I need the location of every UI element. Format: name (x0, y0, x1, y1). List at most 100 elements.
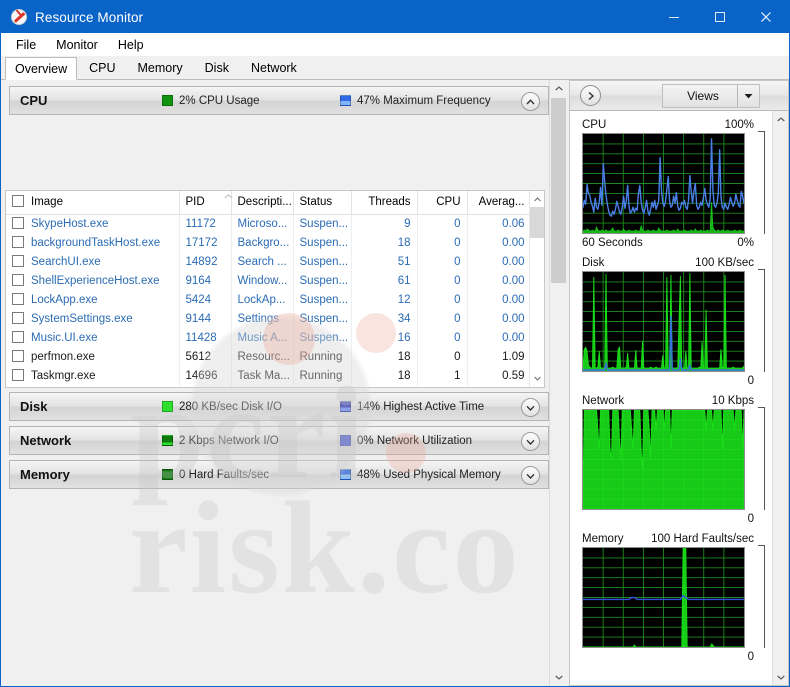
graph-disk-max-label: 100 KB/sec (695, 256, 754, 269)
chevron-down-icon[interactable] (530, 371, 544, 386)
graph-network-canvas (582, 409, 745, 510)
chevron-up-icon[interactable] (521, 92, 540, 111)
section-header-network[interactable]: Network 2 Kbps Network I/O 0% Network Ut… (9, 426, 549, 455)
select-all-checkbox[interactable] (12, 195, 24, 208)
graph-network: Network 10 Kbps 0 (570, 392, 772, 528)
table-row[interactable]: LockApp.exe 5424 LockAp... Suspen... 12 … (6, 290, 532, 309)
maximize-button[interactable] (697, 1, 743, 33)
process-table-scrollbar[interactable] (529, 191, 544, 387)
graph-cpu-top-labels: CPU 100% (570, 116, 772, 133)
tab-cpu[interactable]: CPU (79, 56, 125, 79)
column-header-description[interactable]: Descripti... (231, 191, 294, 215)
left-pane-scrollbar[interactable] (549, 80, 567, 686)
graph-memory-bottom-labels: 0 (570, 648, 772, 666)
menu-file[interactable]: File (7, 36, 45, 54)
window-title: Resource Monitor (35, 9, 144, 25)
section-header-disk[interactable]: Disk 280 KB/sec Disk I/O 14% Highest Act… (9, 392, 549, 421)
tab-overview[interactable]: Overview (5, 57, 78, 80)
cpu-usage-swatch (162, 95, 173, 106)
tab-network[interactable]: Network (241, 56, 307, 79)
menu-help[interactable]: Help (109, 36, 153, 54)
row-checkbox[interactable] (12, 217, 24, 230)
scrollbar-thumb[interactable] (530, 207, 544, 238)
table-row[interactable]: svchost.exe (DcomLaunch...) 1016 Host Pr… (6, 385, 532, 387)
column-header-cpu[interactable]: CPU (417, 191, 468, 215)
table-row[interactable]: backgroundTaskHost.exe 17172 Backgro... … (6, 233, 532, 252)
chevron-down-icon[interactable] (521, 466, 540, 485)
graph-pane: Views CPU 100% 60 Seconds 0% Disk 100 KB… (569, 80, 789, 686)
disk-legend-active-time: 14% Highest Active Time (340, 401, 484, 413)
disk-legend-io: 280 KB/sec Disk I/O (162, 401, 282, 413)
views-button[interactable]: Views (662, 84, 760, 108)
column-header-threads[interactable]: Threads (351, 191, 418, 215)
window-controls (651, 1, 789, 33)
row-checkbox[interactable] (12, 350, 24, 362)
table-row[interactable]: SearchUI.exe 14892 Search ... Suspen... … (6, 252, 532, 271)
graph-disk-top-labels: Disk 100 KB/sec (570, 254, 772, 271)
row-checkbox[interactable] (12, 255, 24, 267)
column-header-average[interactable]: Averag... (467, 191, 532, 215)
row-checkbox[interactable] (12, 312, 24, 324)
network-legend-utilization: 0% Network Utilization (340, 435, 472, 447)
cpu-frequency-swatch (340, 95, 351, 106)
chevron-down-icon[interactable] (550, 669, 567, 686)
row-checkbox[interactable] (12, 274, 24, 286)
section-header-memory[interactable]: Memory 0 Hard Faults/sec 48% Used Physic… (9, 460, 549, 489)
row-checkbox[interactable] (12, 331, 24, 343)
graph-memory-min-label: 0 (747, 651, 754, 663)
table-row[interactable]: SystemSettings.exe 9144 Settings Suspen.… (6, 309, 532, 328)
process-table: Image PID Descripti... Status Threads CP… (6, 191, 532, 387)
graph-cpu-bracket (758, 131, 765, 234)
minimize-button[interactable] (651, 1, 697, 33)
graph-network-top-labels: Network 10 Kbps (570, 392, 772, 409)
scrollbar-thumb[interactable] (551, 98, 566, 283)
close-button[interactable] (743, 1, 789, 33)
chevron-down-icon[interactable] (521, 432, 540, 451)
chevron-up-icon[interactable] (773, 111, 788, 127)
section-header-cpu[interactable]: CPU 2% CPU Usage 47% Maximum Frequency (9, 86, 549, 115)
graph-cpu-max-label: 100% (724, 118, 754, 131)
graph-memory: Memory 100 Hard Faults/sec 0 (570, 530, 772, 666)
graph-network-title: Network (582, 394, 625, 407)
table-row[interactable]: perfmon.exe 5612 Resourc... Running 18 0… (6, 347, 532, 366)
table-header-row: Image PID Descripti... Status Threads CP… (6, 191, 532, 215)
section-title-memory: Memory (20, 467, 70, 482)
cpu-frequency-text: 47% Maximum Frequency (357, 94, 491, 107)
graph-cpu-time-label: 60 Seconds (582, 237, 643, 249)
disk-active-time-swatch (340, 401, 351, 412)
section-title-network: Network (20, 433, 72, 448)
table-row[interactable]: Taskmgr.exe 14696 Task Ma... Running 18 … (6, 366, 532, 385)
table-row[interactable]: SkypeHost.exe 11172 Microso... Suspen...… (6, 214, 532, 233)
graph-memory-canvas (582, 547, 745, 648)
tab-disk[interactable]: Disk (195, 56, 239, 79)
graph-toolbar: Views (570, 81, 788, 111)
row-checkbox[interactable] (12, 236, 24, 248)
table-row[interactable]: Music.UI.exe 11428 Music A... Suspen... … (6, 328, 532, 347)
table-row[interactable]: ShellExperienceHost.exe 9164 Window... S… (6, 271, 532, 290)
memory-hard-faults-text: 0 Hard Faults/sec (179, 468, 270, 481)
graph-disk-bracket-top (758, 269, 765, 372)
graph-disk: Disk 100 KB/sec 0 (570, 254, 772, 390)
chevron-up-icon[interactable] (530, 192, 544, 207)
chevron-down-icon[interactable] (521, 398, 540, 417)
column-header-image[interactable]: Image (6, 191, 180, 215)
row-checkbox[interactable] (12, 293, 24, 305)
chevron-up-icon[interactable] (550, 80, 567, 97)
disk-io-swatch (162, 401, 173, 412)
graph-pane-scrollbar[interactable] (772, 111, 788, 685)
section-title-disk: Disk (20, 399, 48, 414)
graph-network-bottom-labels: 0 (570, 510, 772, 528)
chevron-right-circle-icon[interactable] (580, 85, 601, 106)
chevron-down-icon[interactable] (737, 85, 759, 107)
chevron-down-icon[interactable] (773, 669, 788, 685)
tab-memory[interactable]: Memory (128, 56, 193, 79)
graph-list: CPU 100% 60 Seconds 0% Disk 100 KB/sec 0… (570, 111, 772, 685)
column-header-status[interactable]: Status (293, 191, 352, 215)
memory-used-physical-swatch (340, 469, 351, 480)
process-table-panel: Image PID Descripti... Status Threads CP… (5, 190, 545, 388)
menu-monitor[interactable]: Monitor (47, 36, 107, 54)
network-legend-io: 2 Kbps Network I/O (162, 435, 279, 447)
memory-legend-used-physical: 48% Used Physical Memory (340, 469, 501, 481)
row-checkbox[interactable] (12, 369, 24, 381)
graph-memory-max-label: 100 Hard Faults/sec (651, 532, 754, 545)
